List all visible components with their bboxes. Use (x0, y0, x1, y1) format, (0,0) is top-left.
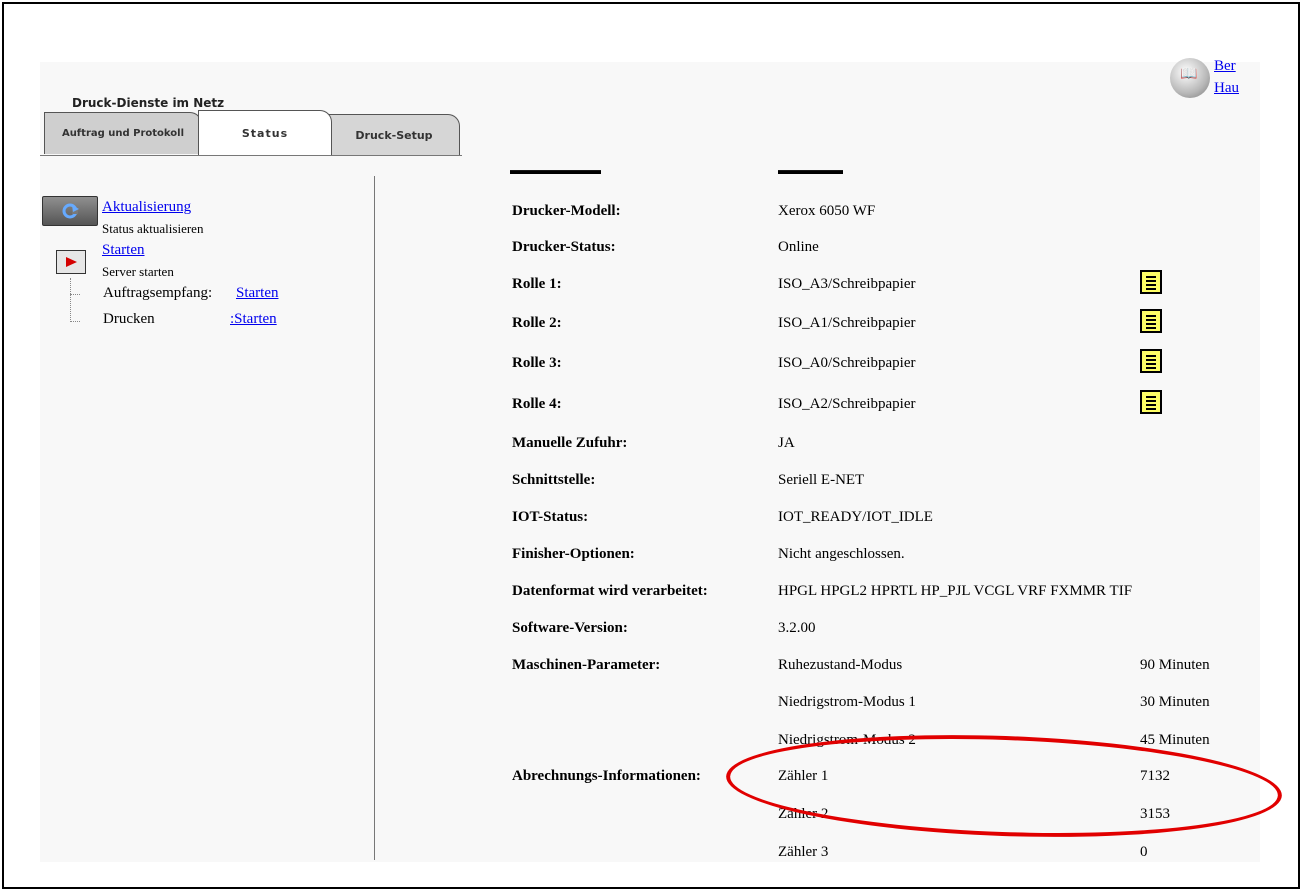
document-list-icon[interactable] (1140, 270, 1162, 294)
status-row-data-format: Datenformat wird verarbeitet: HPGL HPGL2… (500, 573, 1260, 609)
pane-divider[interactable] (374, 176, 375, 860)
machine-params-row: Niedrigstrom-Modus 1 30 Minuten (500, 684, 1260, 720)
machine-params-row: Maschinen-Parameter: Ruhezustand-Modus 9… (500, 647, 1260, 683)
status-row-interface: Schnittstelle: Seriell E-NET (500, 462, 1260, 498)
row-label: Software-Version: (512, 620, 628, 636)
row-value: Seriell E-NET (778, 472, 865, 488)
row-label: Maschinen-Parameter: (512, 657, 661, 673)
status-row-roll-2: Rolle 2: ISO_A1/Schreibpapier (500, 305, 1260, 341)
row-label: Rolle 2: (512, 315, 562, 331)
param-value: 45 Minuten (1140, 732, 1210, 748)
row-label: Rolle 4: (512, 396, 562, 412)
row-value: 3.2.00 (778, 620, 816, 636)
status-row-manual-feed: Manuelle Zufuhr: JA (500, 425, 1260, 461)
tree-branch (70, 294, 80, 295)
row-value: ISO_A3/Schreibpapier (778, 276, 916, 292)
row-label: Rolle 1: (512, 276, 562, 292)
row-value: ISO_A1/Schreibpapier (778, 315, 916, 331)
refresh-button[interactable] (42, 196, 98, 226)
tab-job-log[interactable]: Auftrag und Protokoll (44, 112, 202, 154)
print-label: Drucken (103, 311, 155, 327)
param-value: 30 Minuten (1140, 694, 1210, 710)
book-icon: 📖 (1180, 66, 1198, 82)
start-server-link[interactable]: Starten (102, 242, 145, 259)
row-label: Manuelle Zufuhr: (512, 435, 628, 451)
tab-baseline (40, 155, 462, 156)
status-row-roll-4: Rolle 4: ISO_A2/Schreibpapier (500, 386, 1260, 422)
tab-print-setup[interactable]: Druck-Setup (328, 114, 460, 156)
row-value: Nicht angeschlossen. (778, 546, 905, 562)
scrolled-partial-row: ▬▬▬▬▬▬▬ ▬▬▬▬▬ (510, 166, 843, 176)
play-icon (66, 257, 77, 267)
row-value: ISO_A2/Schreibpapier (778, 396, 916, 412)
counter-name: Zähler 3 (778, 844, 829, 860)
row-value: Xerox 6050 WF (778, 203, 876, 219)
document-list-icon[interactable] (1140, 390, 1162, 414)
row-label: Drucker-Modell: (512, 203, 621, 219)
status-row-finisher: Finisher-Optionen: Nicht angeschlossen. (500, 536, 1260, 572)
document-list-icon[interactable] (1140, 309, 1162, 333)
help-link-1[interactable]: Ber (1214, 58, 1254, 75)
print-start-link[interactable]: :Starten (230, 311, 277, 328)
status-row-iot: IOT-Status: IOT_READY/IOT_IDLE (500, 499, 1260, 535)
row-label: Finisher-Optionen: (512, 546, 635, 562)
page-title: Druck-Dienste im Netz (72, 96, 225, 110)
document-list-icon[interactable] (1140, 349, 1162, 373)
refresh-link[interactable]: Aktualisierung (102, 199, 191, 216)
status-row-software: Software-Version: 3.2.00 (500, 610, 1260, 646)
start-server-description: Server starten (102, 264, 174, 279)
row-value: IOT_READY/IOT_IDLE (778, 509, 933, 525)
status-row-state: Drucker-Status: Online (500, 229, 1260, 265)
help-link-2[interactable]: Hau (1214, 80, 1254, 97)
start-server-button[interactable] (56, 250, 86, 274)
refresh-description: Status aktualisieren (102, 221, 204, 236)
status-row-roll-3: Rolle 3: ISO_A0/Schreibpapier (500, 345, 1260, 381)
job-receive-label: Auftragsempfang: (103, 285, 213, 301)
param-value: 90 Minuten (1140, 657, 1210, 673)
job-receive-start-link[interactable]: Starten (236, 285, 279, 302)
row-label: Schnittstelle: (512, 472, 596, 488)
row-label: Datenformat wird verarbeitet: (512, 583, 708, 599)
row-value: Online (778, 239, 819, 255)
tree-branch (70, 321, 80, 322)
row-label: Drucker-Status: (512, 239, 616, 255)
param-name: Ruhezustand-Modus (778, 657, 903, 673)
row-label: Rolle 3: (512, 355, 562, 371)
status-row-model: Drucker-Modell: Xerox 6050 WF (500, 193, 1260, 229)
row-label: IOT-Status: (512, 509, 589, 525)
row-value: HPGL HPGL2 HPRTL HP_PJL VCGL VRF FXMMR T… (778, 583, 1133, 599)
billing-row: Zähler 3 0 (500, 834, 1260, 870)
row-label: Abrechnungs-Informationen: (512, 768, 701, 784)
row-value: ISO_A0/Schreibpapier (778, 355, 916, 371)
param-name: Niedrigstrom-Modus 1 (778, 694, 916, 710)
row-value: JA (778, 435, 795, 451)
refresh-icon (62, 203, 79, 219)
tab-status[interactable]: Status (198, 110, 332, 156)
counter-value: 0 (1140, 844, 1148, 860)
status-row-roll-1: Rolle 1: ISO_A3/Schreibpapier (500, 266, 1260, 302)
help-icon[interactable]: 📖 (1170, 58, 1210, 98)
tree-connector (70, 278, 71, 322)
